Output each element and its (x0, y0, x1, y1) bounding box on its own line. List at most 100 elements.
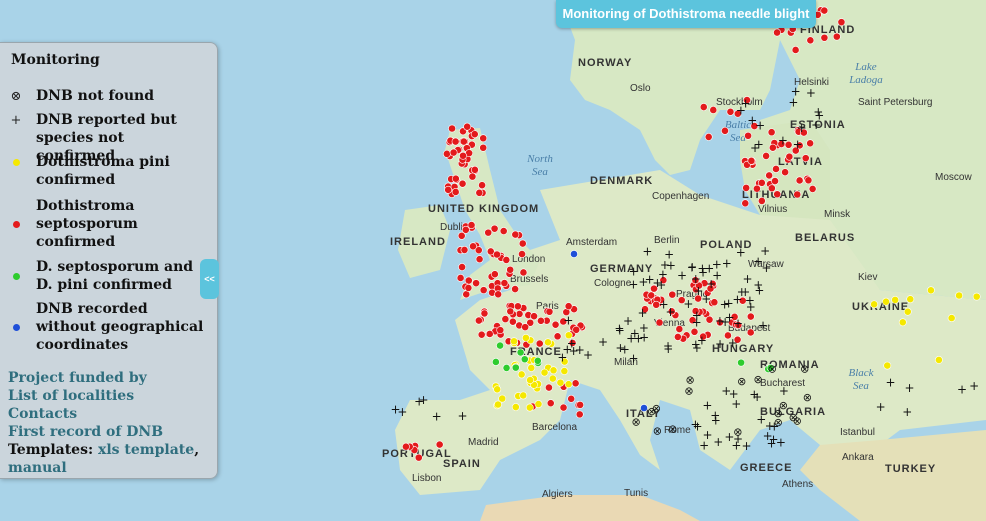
dnb-reported-marker[interactable]: + (583, 348, 593, 362)
septosporum-marker[interactable] (479, 286, 488, 295)
dnb-reported-marker[interactable]: + (753, 278, 763, 292)
septosporum-marker[interactable] (456, 274, 465, 282)
dnb-not-found-marker[interactable]: ⊗ (652, 402, 661, 415)
pini-marker[interactable] (935, 356, 943, 364)
dnb-reported-marker[interactable]: + (660, 258, 670, 272)
pini-marker[interactable] (527, 364, 536, 372)
dnb-reported-marker[interactable]: + (628, 277, 638, 291)
no-coordinates-marker[interactable] (640, 404, 648, 412)
dnb-reported-marker[interactable]: + (637, 306, 647, 320)
dnb-not-found-marker[interactable]: ⊗ (754, 373, 763, 386)
septosporum-marker[interactable] (451, 174, 460, 183)
pini-marker[interactable] (891, 295, 900, 304)
dnb-reported-marker[interactable]: + (749, 387, 759, 401)
septosporum-marker[interactable] (493, 250, 501, 259)
dnb-reported-marker[interactable]: + (779, 384, 789, 398)
septosporum-marker[interactable] (757, 196, 766, 205)
septosporum-marker[interactable] (572, 325, 581, 334)
septosporum-marker[interactable] (791, 46, 800, 54)
septosporum-marker[interactable] (460, 245, 469, 254)
septosporum-marker[interactable] (474, 316, 483, 325)
septosporum-marker[interactable] (741, 199, 750, 208)
septosporum-marker[interactable] (746, 312, 755, 321)
septosporum-marker[interactable] (478, 181, 486, 190)
septosporum-marker[interactable] (511, 285, 520, 293)
dnb-reported-marker[interactable]: + (692, 309, 702, 323)
septosporum-marker[interactable] (571, 379, 580, 388)
pini-marker[interactable] (521, 333, 530, 342)
no-coordinates-marker[interactable] (570, 250, 578, 258)
dnb-reported-marker[interactable]: + (567, 336, 577, 350)
septosporum-marker[interactable] (463, 122, 472, 131)
dnb-reported-marker[interactable]: + (563, 314, 573, 328)
pini-marker[interactable] (906, 295, 915, 304)
septosporum-marker[interactable] (451, 188, 460, 196)
pini-marker[interactable] (511, 403, 520, 411)
both-confirmed-marker[interactable] (491, 358, 500, 366)
septosporum-marker[interactable] (765, 171, 774, 180)
septosporum-marker[interactable] (551, 320, 560, 329)
dnb-reported-marker[interactable]: + (457, 409, 467, 423)
both-confirmed-marker[interactable] (520, 355, 529, 364)
septosporum-marker[interactable] (459, 151, 467, 160)
pini-marker[interactable] (526, 376, 535, 384)
septosporum-marker[interactable] (785, 152, 794, 161)
dnb-not-found-marker[interactable]: ⊗ (632, 416, 641, 429)
pini-marker[interactable] (882, 297, 890, 306)
pini-marker[interactable] (549, 366, 558, 375)
dnb-reported-marker[interactable]: + (652, 276, 662, 290)
dnb-reported-marker[interactable]: + (754, 137, 764, 151)
septosporum-marker[interactable] (479, 143, 488, 152)
septosporum-marker[interactable] (772, 165, 780, 173)
pini-marker[interactable] (493, 385, 502, 394)
dnb-reported-marker[interactable]: + (720, 315, 730, 329)
septosporum-marker[interactable] (515, 310, 524, 318)
pini-marker[interactable] (510, 337, 518, 346)
dnb-reported-marker[interactable]: + (886, 376, 896, 390)
dnb-reported-marker[interactable]: + (733, 317, 743, 331)
septosporum-marker[interactable] (808, 184, 817, 193)
septosporum-marker[interactable] (475, 255, 484, 264)
dnb-reported-marker[interactable]: + (397, 405, 407, 419)
collapse-legend-button[interactable]: << (200, 259, 219, 299)
pini-marker[interactable] (947, 314, 956, 322)
pini-marker[interactable] (519, 391, 528, 400)
dnb-reported-marker[interactable]: + (626, 332, 636, 346)
pini-marker[interactable] (927, 286, 935, 295)
dnb-reported-marker[interactable]: + (957, 383, 967, 397)
septosporum-marker[interactable] (773, 28, 781, 37)
septosporum-marker[interactable] (448, 124, 456, 133)
septosporum-marker[interactable] (820, 6, 829, 15)
both-confirmed-marker[interactable] (533, 356, 542, 365)
septosporum-marker[interactable] (668, 290, 677, 299)
pini-marker[interactable] (972, 292, 981, 301)
septosporum-marker[interactable] (475, 188, 484, 197)
septosporum-marker[interactable] (435, 440, 444, 449)
dnb-not-found-marker[interactable]: ⊗ (800, 362, 809, 375)
septosporum-marker[interactable] (726, 107, 735, 116)
septosporum-marker[interactable] (490, 224, 499, 233)
septosporum-marker[interactable] (709, 106, 718, 114)
septosporum-marker[interactable] (762, 152, 771, 160)
dnb-reported-marker[interactable]: + (432, 409, 442, 423)
septosporum-marker[interactable] (484, 228, 493, 237)
septosporum-marker[interactable] (832, 32, 841, 41)
both-confirmed-marker[interactable] (516, 348, 525, 357)
septosporum-marker[interactable] (567, 394, 576, 403)
septosporum-marker[interactable] (459, 137, 468, 146)
septosporum-marker[interactable] (801, 154, 810, 163)
septosporum-marker[interactable] (721, 126, 729, 135)
septosporum-marker[interactable] (521, 323, 530, 332)
dnb-reported-marker[interactable]: + (697, 262, 707, 276)
septosporum-marker[interactable] (806, 139, 815, 148)
pini-marker[interactable] (870, 300, 879, 309)
dnb-reported-marker[interactable]: + (711, 414, 721, 428)
xls-template-link[interactable]: xls template (98, 442, 194, 458)
dnb-reported-marker[interactable]: + (690, 418, 700, 432)
pini-marker[interactable] (556, 378, 565, 387)
dnb-not-found-marker[interactable]: ⊗ (774, 416, 783, 429)
septosporum-marker[interactable] (462, 290, 471, 299)
dnb-reported-marker[interactable]: + (797, 121, 807, 135)
septosporum-marker[interactable] (458, 263, 466, 271)
dnb-reported-marker[interactable]: + (902, 405, 912, 419)
